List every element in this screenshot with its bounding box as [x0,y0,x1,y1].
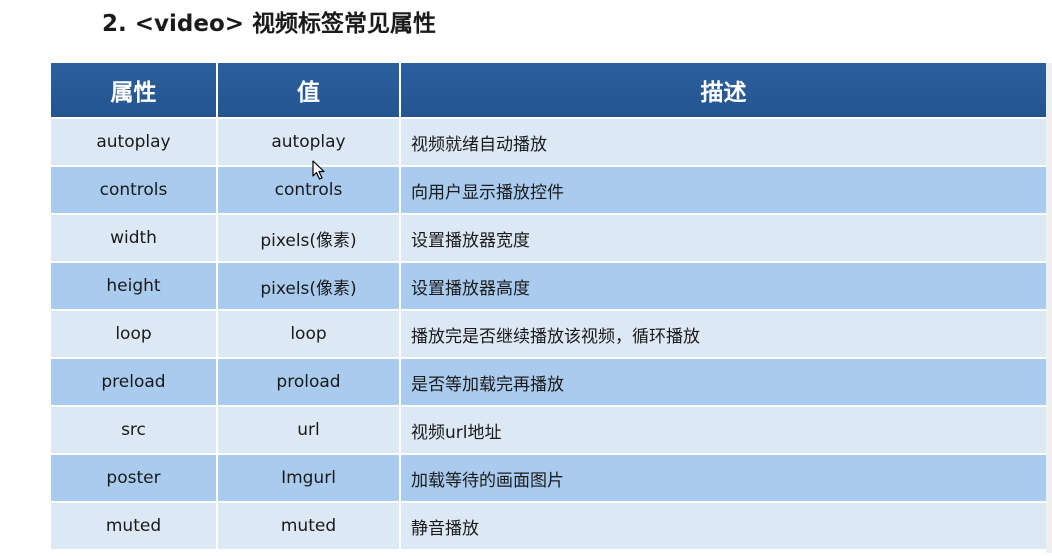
cell-value: loop [217,310,401,359]
cell-attribute: controls [51,166,218,215]
table-row: loop loop 播放完是否继续播放该视频，循环播放 [51,310,1046,359]
table-row: src url 视频url地址 [51,406,1046,455]
cell-description: 视频url地址 [400,406,1046,455]
cell-description: 视频就绪自动播放 [400,118,1046,167]
cell-description: 设置播放器高度 [400,262,1046,311]
table-row: width pixels(像素) 设置播放器宽度 [51,214,1046,263]
table-row: preload proload 是否等加载完再播放 [51,358,1046,407]
cell-value: autoplay [217,118,401,167]
cell-attribute: poster [51,454,218,503]
mouse-cursor-icon [312,160,325,180]
table-row: muted muted 静音播放 [51,502,1046,551]
table-row: autoplay autoplay 视频就绪自动播放 [51,118,1046,167]
cell-description: 是否等加载完再播放 [400,358,1046,407]
cell-value: pixels(像素) [217,214,401,263]
cell-value: Imgurl [217,454,401,503]
cell-value: controls [217,166,401,215]
cell-attribute: height [51,262,218,311]
cell-attribute: loop [51,310,218,359]
cell-description: 播放完是否继续播放该视频，循环播放 [400,310,1046,359]
cell-description: 设置播放器宽度 [400,214,1046,263]
cell-attribute: src [51,406,218,455]
cell-value: url [217,406,401,455]
cell-value: proload [217,358,401,407]
cell-description: 静音播放 [400,502,1046,551]
cell-attribute: autoplay [51,118,218,167]
header-attribute: 属性 [51,63,218,119]
attributes-table: 属性 值 描述 autoplay autoplay 视频就绪自动播放 contr… [51,63,1046,551]
cell-value: muted [217,502,401,551]
cell-value: pixels(像素) [217,262,401,311]
table-row: poster Imgurl 加载等待的画面图片 [51,454,1046,503]
cell-description: 向用户显示播放控件 [400,166,1046,215]
scroll-edge [1046,63,1052,553]
header-description: 描述 [400,63,1046,119]
header-value: 值 [217,63,401,119]
cell-attribute: muted [51,502,218,551]
cell-attribute: width [51,214,218,263]
cell-description: 加载等待的画面图片 [400,454,1046,503]
table-row: controls controls 向用户显示播放控件 [51,166,1046,215]
cell-attribute: preload [51,358,218,407]
slide-page: 2. <video> 视频标签常见属性 属性 值 描述 autoplay aut… [0,0,1052,556]
table-row: height pixels(像素) 设置播放器高度 [51,262,1046,311]
table-header-row: 属性 值 描述 [51,63,1046,119]
page-title: 2. <video> 视频标签常见属性 [102,11,437,37]
